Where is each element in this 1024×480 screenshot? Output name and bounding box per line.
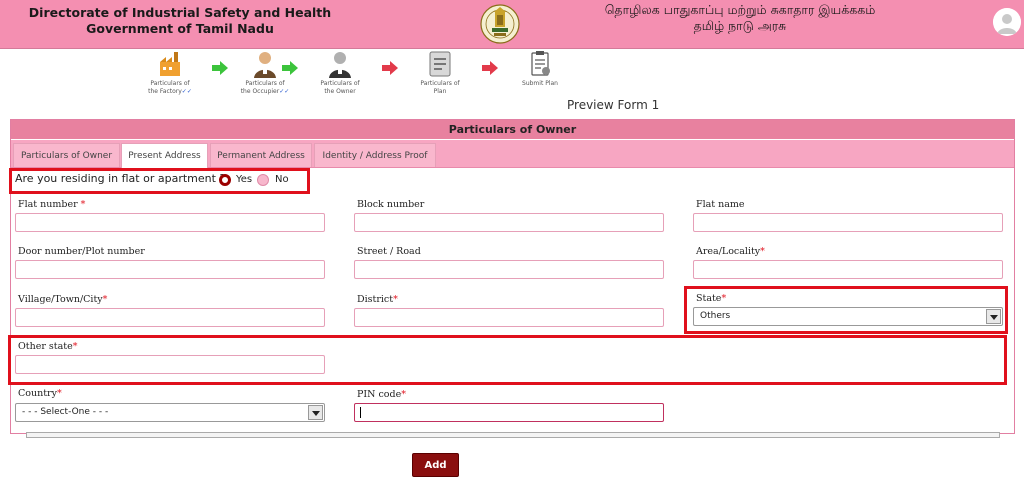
step-factory[interactable]: Particulars of the Factory✓✓ [135,50,205,95]
flat-apartment-question: Are you residing in flat or apartment ? [15,172,226,185]
user-avatar-icon[interactable] [993,8,1021,36]
flat-number-label: Flat number * [18,199,86,210]
village-town-city-label: Village/Town/City* [18,294,108,305]
step-submit-plan-label: Submit Plan [522,80,558,87]
header-title-english: Directorate of Industrial Safety and Hea… [20,5,340,37]
other-state-label: Other state* [18,341,78,352]
street-road-input[interactable] [354,260,664,279]
radio-no-label: No [275,174,289,185]
tamil-nadu-emblem-icon [480,4,520,44]
dropdown-arrow-icon[interactable] [986,309,1001,324]
flat-name-input[interactable] [693,213,1003,232]
pin-code-label: PIN code* [357,389,406,400]
header-directorate-name: Directorate of Industrial Safety and Hea… [28,5,332,20]
step-plan[interactable]: Particulars of Plan [405,50,475,95]
arrow-right-red-icon [382,61,398,75]
preview-form-label: Preview Form 1 [567,98,660,112]
door-number-input[interactable] [15,260,325,279]
country-label: Country* [18,388,62,399]
radio-yes[interactable] [219,174,231,186]
area-locality-label: Area/Locality* [696,246,765,257]
arrow-right-green-icon [282,61,298,75]
tab-permanent-address[interactable]: Permanent Address [210,143,312,167]
village-town-city-input[interactable] [15,308,325,327]
flat-number-input[interactable] [15,213,325,232]
block-number-label: Block number [357,199,425,210]
dropdown-arrow-icon[interactable] [308,405,323,420]
street-road-label: Street / Road [357,246,421,257]
tab-present-address[interactable]: Present Address [121,143,208,168]
area-locality-input[interactable] [693,260,1003,279]
completed-tick-icon: ✓✓ [181,87,192,95]
tab-bar: Particulars of Owner Present Address Per… [11,140,1014,168]
step-submit-plan[interactable]: Submit Plan [505,50,575,88]
country-selected-value: - - - Select-One - - - [22,407,109,417]
state-select[interactable]: Others [693,307,1003,326]
other-state-input[interactable] [15,355,325,374]
step-factory-label: Particulars of the Factory✓✓ [148,80,192,95]
occupier-person-icon [254,52,276,78]
owner-person-icon [329,52,351,78]
header-tamil-line-1: தொழிலக பாதுகாப்பு மற்றும் சுகாதார இயக்கக… [604,2,876,17]
checklist-clipboard-icon [531,51,550,76]
radio-yes-label: Yes [236,174,253,185]
arrow-right-red-icon [482,61,498,75]
arrow-right-green-icon [212,61,228,75]
radio-no[interactable] [257,174,269,186]
text-cursor [360,407,361,418]
plan-document-icon [429,51,451,77]
step-plan-label: Particulars of Plan [420,80,460,95]
flat-name-label: Flat name [696,199,745,210]
state-label: State* [696,293,727,304]
state-selected-value: Others [700,311,731,321]
header-government-name: Government of Tamil Nadu [86,21,274,36]
step-owner-label: Particulars of the Owner [320,80,360,95]
step-occupier-label: Particulars of the Occupier✓✓ [240,80,290,95]
tab-particulars-of-owner[interactable]: Particulars of Owner [13,143,120,167]
site-header: Directorate of Industrial Safety and Hea… [0,0,1024,49]
horizontal-scrollbar[interactable] [26,432,1000,438]
header-title-tamil: தொழிலக பாதுகாப்பு மற்றும் சுகாதார இயக்கக… [560,2,920,34]
panel-title: Particulars of Owner [11,120,1014,139]
header-tamil-line-2: தமிழ் நாடு அரசு [693,18,787,33]
country-select[interactable]: - - - Select-One - - - [15,403,325,422]
district-label: District* [357,294,398,305]
block-number-input[interactable] [354,213,664,232]
tab-identity-address-proof[interactable]: Identity / Address Proof [314,143,436,167]
pin-code-input[interactable] [354,403,664,422]
add-button[interactable]: Add [412,453,459,477]
step-owner[interactable]: Particulars of the Owner [305,50,375,95]
district-input[interactable] [354,308,664,327]
completed-tick-icon: ✓✓ [279,87,290,95]
factory-icon [160,52,180,76]
door-number-label: Door number/Plot number [18,246,145,257]
